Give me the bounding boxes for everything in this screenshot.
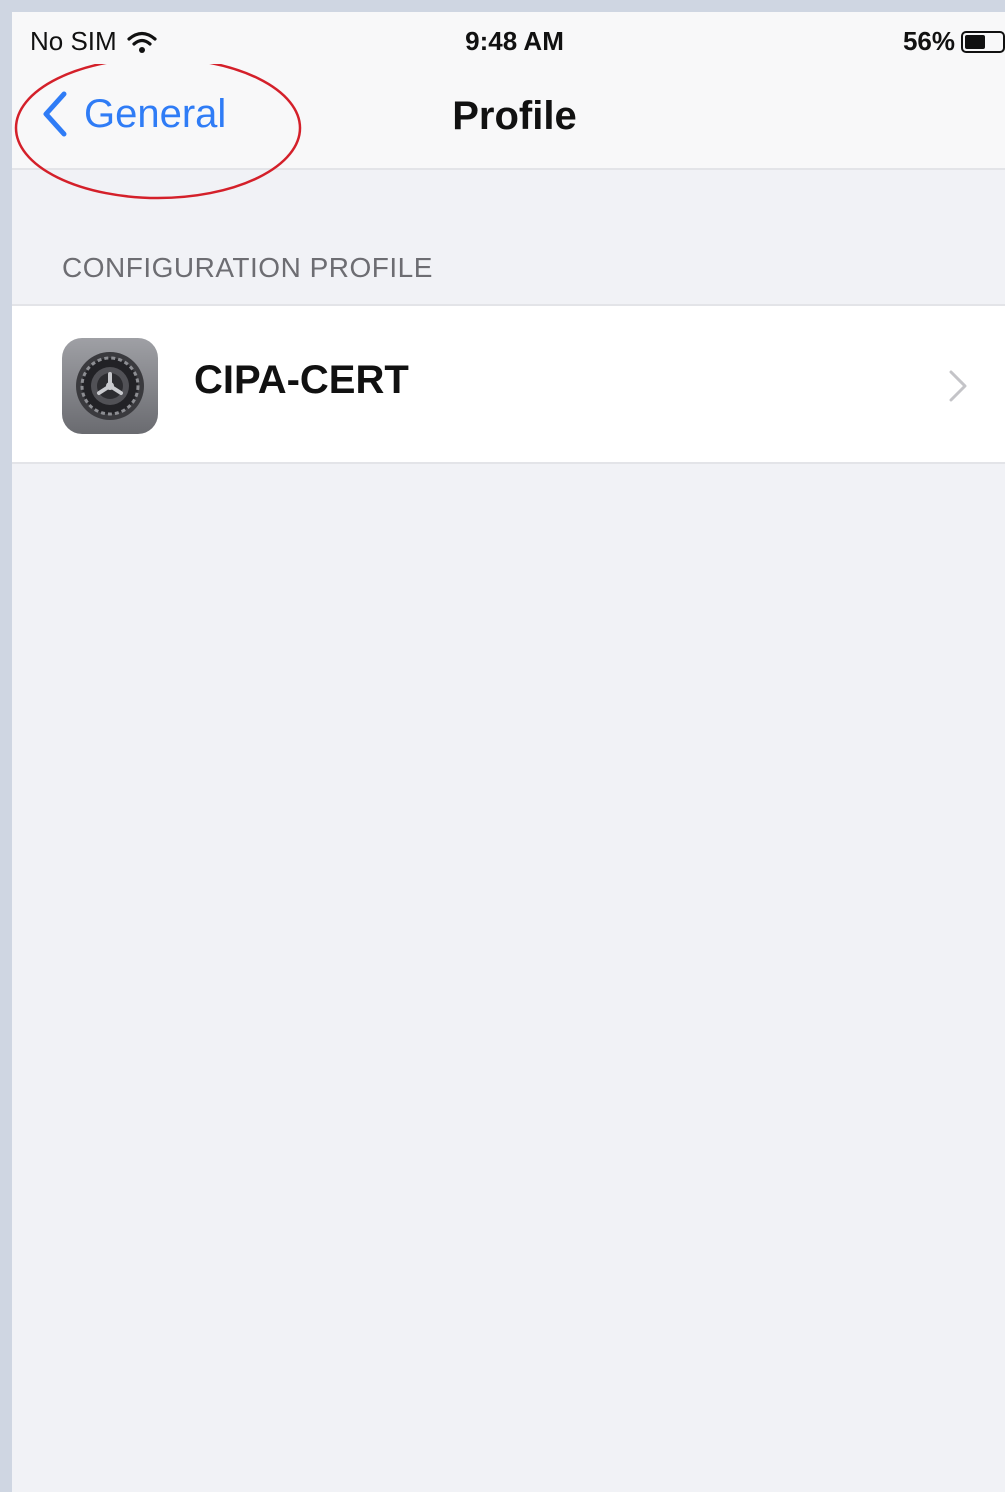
battery-fill	[965, 34, 986, 49]
status-time: 9:48 AM	[465, 26, 564, 56]
navigation-header: No SIM 9:48 AM 56% General Profile	[12, 12, 1005, 170]
battery-icon	[961, 30, 1005, 53]
status-bar: No SIM 9:48 AM 56%	[12, 12, 1005, 68]
battery-status: 56%	[903, 26, 1005, 57]
settings-gear-icon	[62, 338, 158, 434]
screen: No SIM 9:48 AM 56% General Profile CONFI…	[12, 12, 1005, 1492]
device-frame: No SIM 9:48 AM 56% General Profile CONFI…	[0, 0, 1005, 1492]
page-title: Profile	[452, 94, 577, 138]
chevron-right-icon	[949, 370, 967, 402]
section-header: CONFIGURATION PROFILE	[62, 252, 433, 283]
profile-row-label: CIPA-CERT	[194, 358, 409, 402]
battery-percent: 56%	[902, 26, 955, 56]
profile-row-cipa-cert[interactable]: CIPA-CERT	[12, 304, 1005, 464]
